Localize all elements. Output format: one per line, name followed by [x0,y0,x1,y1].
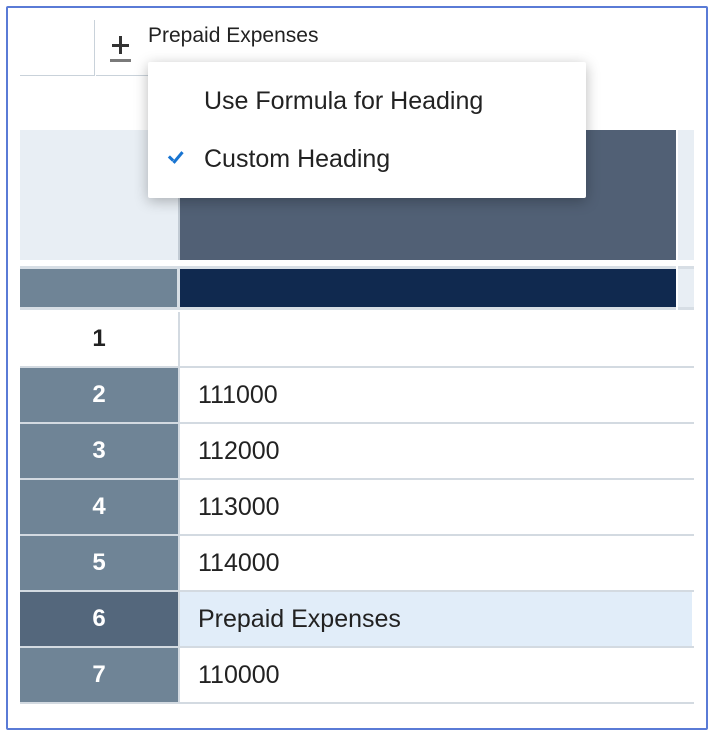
table-row[interactable]: 7110000 [20,648,694,704]
row-index-cell[interactable]: 7 [20,648,180,702]
row-value-cell[interactable]: Prepaid Expenses [180,592,692,646]
add-column-button[interactable] [96,20,148,76]
row-index-cell[interactable]: 1 [20,312,180,366]
separator-main [180,266,676,310]
data-rows: 121110003112000411300051140006Prepaid Ex… [20,312,694,716]
dropdown-item-use-formula[interactable]: Use Formula for Heading [148,72,586,130]
heading-dropdown-menu: Use Formula for Heading Custom Heading [148,62,586,198]
plus-icon [110,38,134,58]
separator-gutter [20,266,180,310]
row-value-cell[interactable]: 114000 [180,536,692,590]
row-index-cell[interactable]: 5 [20,536,180,590]
table-row[interactable]: 5114000 [20,536,694,592]
column-heading-text: Prepaid Expenses [148,24,318,48]
table-row[interactable]: 1 [20,312,694,368]
dropdown-item-label: Custom Heading [204,145,390,174]
row-value-cell[interactable]: 110000 [180,648,692,702]
row-index-cell[interactable]: 4 [20,480,180,534]
check-column [166,152,204,166]
content-region: Prepaid Expenses 12111000311200041130005… [20,20,694,716]
row-index-cell[interactable]: 2 [20,368,180,422]
dropdown-item-label: Use Formula for Heading [204,87,483,116]
dropdown-item-custom-heading[interactable]: Custom Heading [148,130,586,188]
app-frame: Prepaid Expenses 12111000311200041130005… [6,6,708,730]
row-value-cell[interactable]: 111000 [180,368,692,422]
row-index-cell[interactable]: 6 [20,592,180,646]
row-index-cell[interactable]: 3 [20,424,180,478]
check-icon [166,152,186,166]
header-gutter-cell [20,20,95,76]
table-row[interactable]: 3112000 [20,424,694,480]
row-value-cell[interactable]: 112000 [180,424,692,478]
band-edge [678,130,694,260]
table-row[interactable]: 6Prepaid Expenses [20,592,694,648]
table-row[interactable]: 2111000 [20,368,694,424]
separator-edge [678,266,694,310]
table-row[interactable]: 4113000 [20,480,694,536]
separator-row [20,266,694,310]
row-value-cell[interactable] [180,312,692,366]
row-value-cell[interactable]: 113000 [180,480,692,534]
